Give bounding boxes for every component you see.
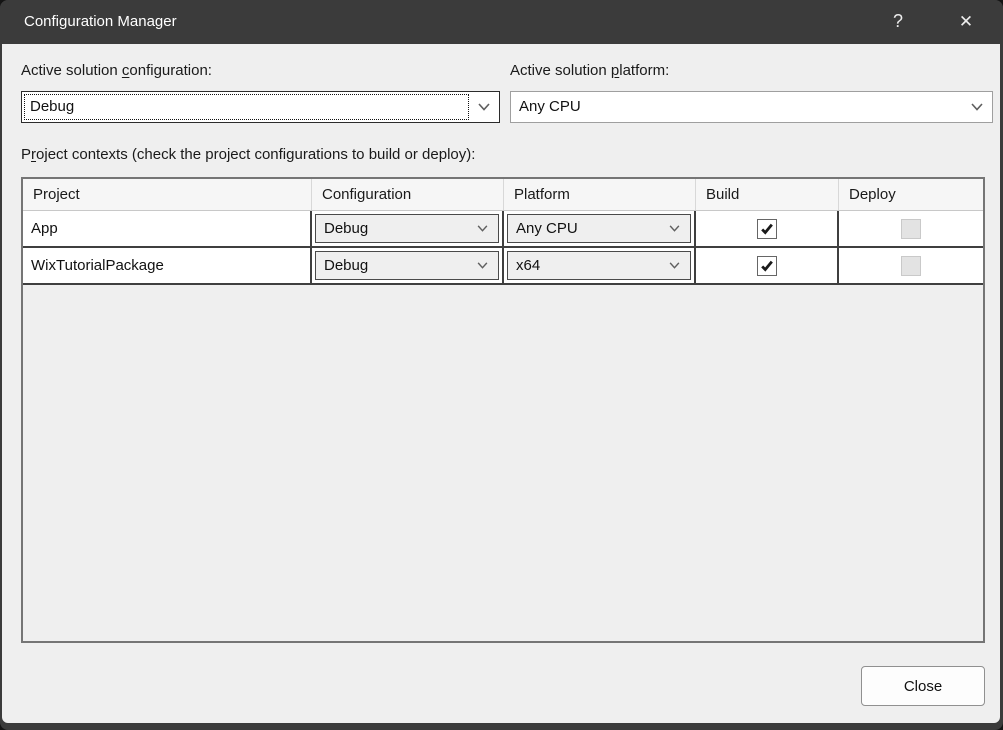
configuration-cell: Debug bbox=[312, 248, 504, 283]
configuration-cell: Debug bbox=[312, 211, 504, 246]
help-icon: ? bbox=[893, 11, 903, 32]
table-row: App Debug Any CPU bbox=[23, 211, 983, 248]
chevron-down-icon bbox=[669, 225, 681, 233]
project-name-cell: WixTutorialPackage bbox=[23, 248, 312, 283]
column-header-configuration: Configuration bbox=[312, 179, 504, 210]
chevron-down-icon bbox=[477, 262, 489, 270]
deploy-cell bbox=[839, 211, 983, 246]
help-button[interactable]: ? bbox=[875, 0, 921, 43]
chevron-down-icon bbox=[971, 103, 983, 111]
active-solution-configuration-select[interactable]: Debug bbox=[21, 91, 500, 123]
deploy-cell bbox=[839, 248, 983, 283]
project-contexts-label: Project contexts (check the project conf… bbox=[21, 146, 475, 163]
row-platform-select[interactable]: x64 bbox=[507, 251, 691, 280]
row-platform-select[interactable]: Any CPU bbox=[507, 214, 691, 243]
chevron-down-icon bbox=[478, 103, 490, 111]
column-header-deploy: Deploy bbox=[839, 179, 983, 210]
table-row: WixTutorialPackage Debug x64 bbox=[23, 248, 983, 285]
column-header-project: Project bbox=[23, 179, 312, 210]
column-header-platform: Platform bbox=[504, 179, 696, 210]
project-contexts-grid: Project Configuration Platform Build Dep… bbox=[21, 177, 985, 643]
close-button[interactable]: Close bbox=[861, 666, 985, 706]
build-checkbox[interactable] bbox=[757, 256, 777, 276]
chevron-down-icon bbox=[477, 225, 489, 233]
platform-cell: x64 bbox=[504, 248, 696, 283]
build-checkbox[interactable] bbox=[757, 219, 777, 239]
active-solution-configuration-value: Debug bbox=[30, 92, 465, 122]
active-solution-platform-value: Any CPU bbox=[519, 92, 958, 122]
window-close-button[interactable]: ✕ bbox=[943, 0, 989, 43]
build-cell bbox=[696, 211, 839, 246]
active-solution-platform-select[interactable]: Any CPU bbox=[510, 91, 993, 123]
row-configuration-select[interactable]: Debug bbox=[315, 251, 499, 280]
active-solution-platform-label: Active solution platform: bbox=[510, 62, 669, 79]
platform-cell: Any CPU bbox=[504, 211, 696, 246]
deploy-checkbox bbox=[901, 219, 921, 239]
row-configuration-select[interactable]: Debug bbox=[315, 214, 499, 243]
configuration-manager-dialog: Configuration Manager ? ✕ Active solutio… bbox=[0, 0, 1003, 730]
title-bar: Configuration Manager ? ✕ bbox=[0, 0, 1003, 44]
window-title: Configuration Manager bbox=[24, 0, 177, 44]
grid-header-row: Project Configuration Platform Build Dep… bbox=[23, 179, 983, 211]
chevron-down-icon bbox=[669, 262, 681, 270]
close-button-label: Close bbox=[904, 678, 942, 695]
column-header-build: Build bbox=[696, 179, 839, 210]
active-solution-configuration-label: Active solution configuration: bbox=[21, 62, 212, 79]
build-cell bbox=[696, 248, 839, 283]
project-name-cell: App bbox=[23, 211, 312, 246]
close-icon: ✕ bbox=[959, 12, 973, 32]
deploy-checkbox bbox=[901, 256, 921, 276]
